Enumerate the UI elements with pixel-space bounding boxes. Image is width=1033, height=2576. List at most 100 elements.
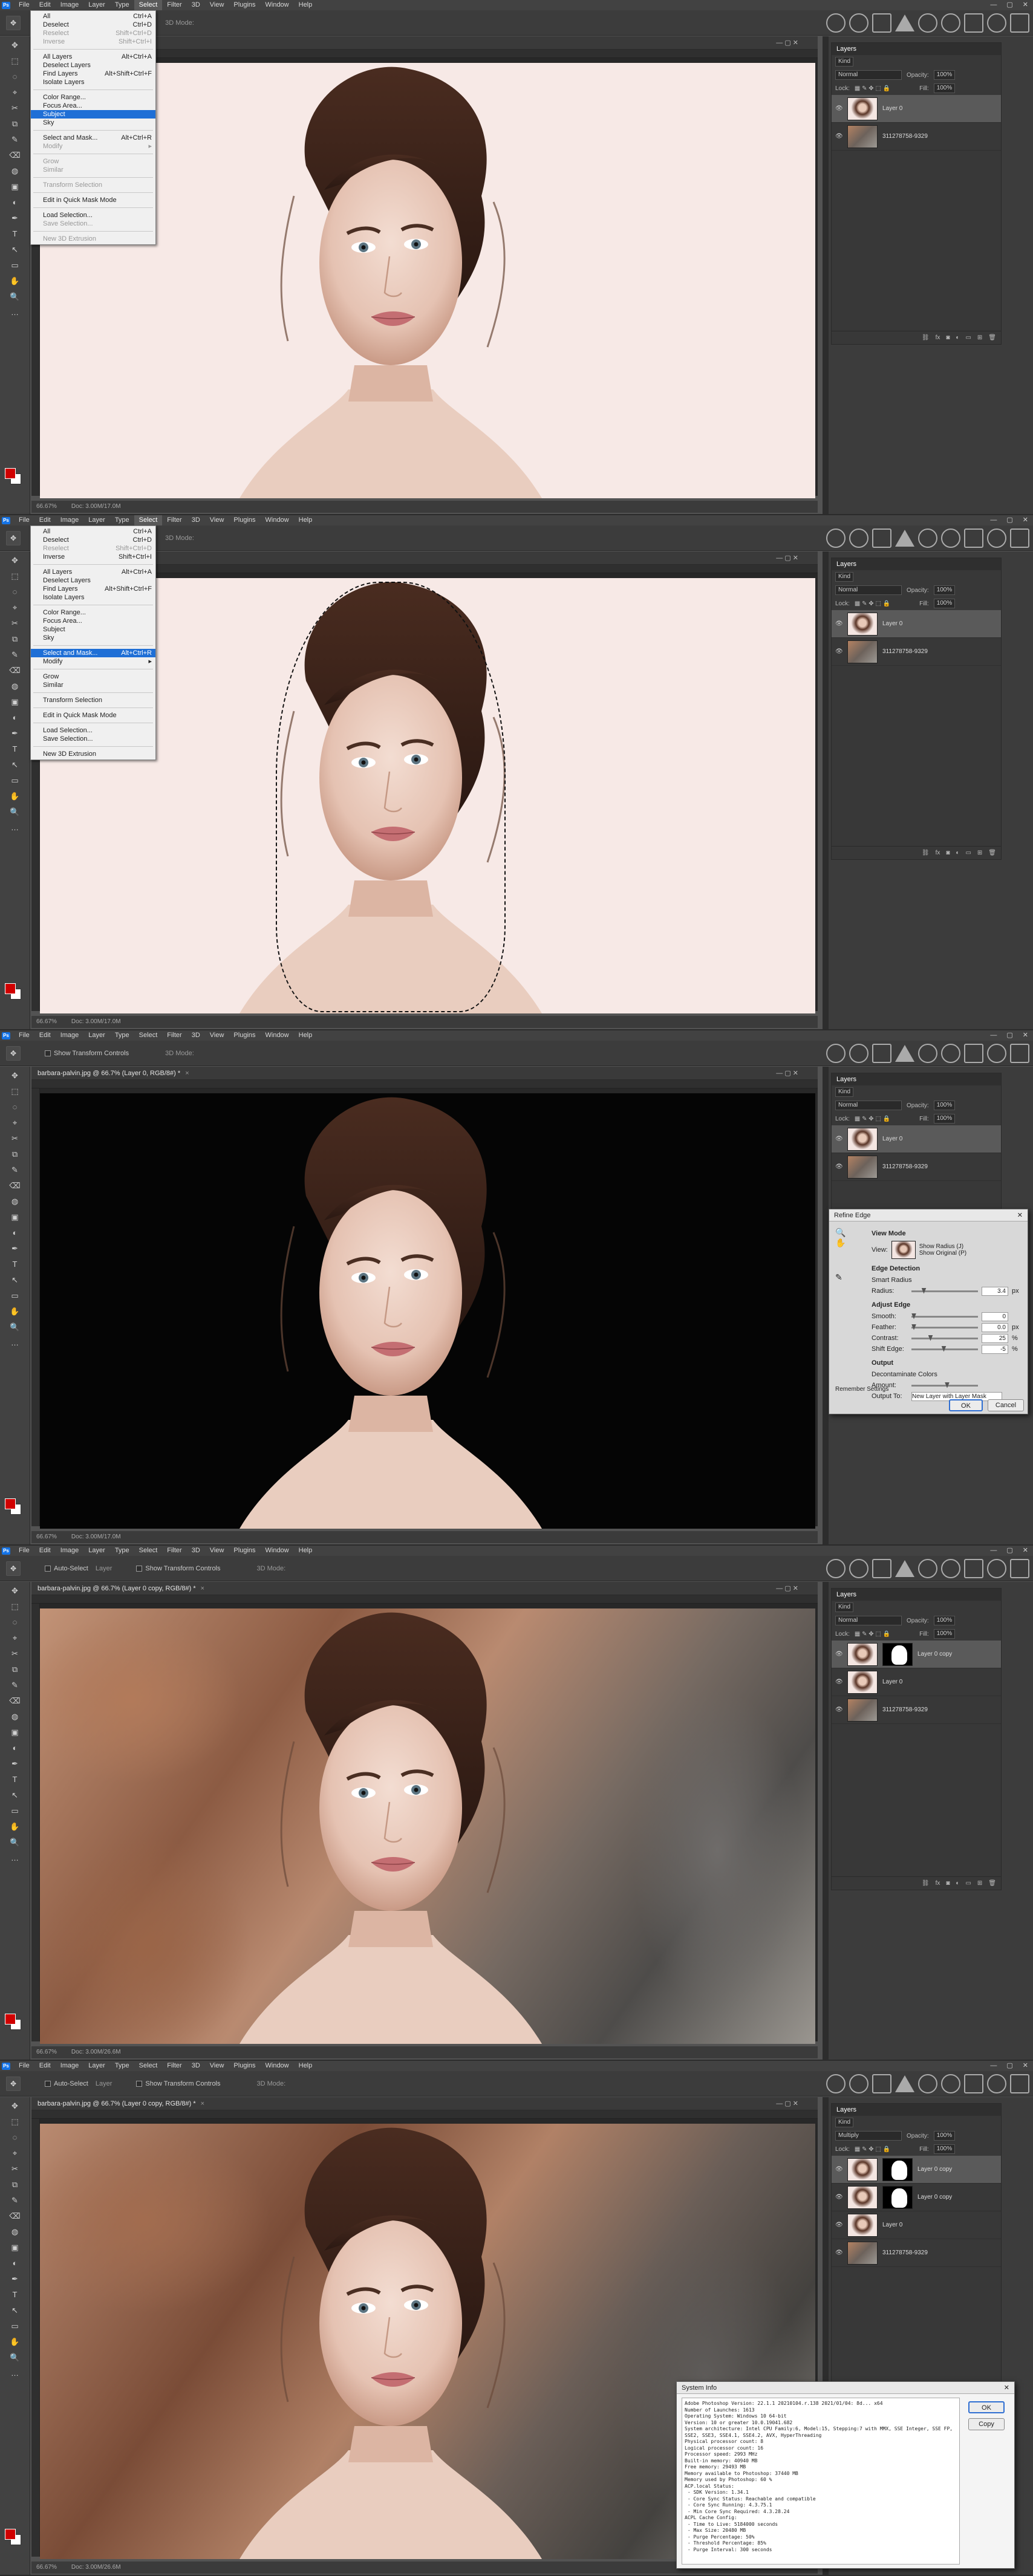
layer-name[interactable]: Layer 0 copy bbox=[917, 2194, 952, 2200]
maximize-icon[interactable]: ▢ bbox=[1006, 515, 1012, 525]
fx-icon[interactable]: fx bbox=[936, 1877, 940, 1890]
menu-image[interactable]: Image bbox=[56, 1546, 84, 1556]
foreground-color-swatch[interactable] bbox=[5, 1498, 16, 1509]
quick-select-tool-icon[interactable]: ⌖ bbox=[8, 2147, 22, 2160]
layer-row[interactable]: 👁 311278758-9329 bbox=[832, 1696, 1001, 1724]
menu-help[interactable]: Help bbox=[294, 2061, 318, 2071]
crop-tool-icon[interactable]: ✂ bbox=[8, 102, 22, 115]
maximize-icon[interactable]: ▢ bbox=[1006, 0, 1012, 10]
stamp-tool-icon[interactable]: ◍ bbox=[8, 1195, 22, 1208]
hand-tool-icon[interactable]: ✋ bbox=[8, 790, 22, 803]
dodge-tool-icon[interactable]: ◐ bbox=[8, 196, 22, 209]
kind-filter[interactable]: Kind bbox=[835, 2118, 854, 2127]
menu-filter[interactable]: Filter bbox=[162, 1546, 186, 1556]
lock-icons[interactable]: ▦ ✎ ✥ ⬚ 🔒 bbox=[855, 1631, 890, 1638]
opacity-value[interactable]: 100% bbox=[933, 1101, 956, 1110]
contrast-value[interactable]: 25 bbox=[982, 1333, 1008, 1343]
menu-3d[interactable]: 3D bbox=[187, 0, 205, 10]
layer-name[interactable]: 311278758-9329 bbox=[882, 1706, 928, 1713]
align-icon[interactable] bbox=[895, 530, 914, 547]
frame-tool-icon[interactable]: ⧉ bbox=[8, 1148, 22, 1161]
select-menu-item[interactable]: Deselect Ctrl+D bbox=[31, 536, 155, 544]
shift-edge-value[interactable]: -5 bbox=[982, 1344, 1008, 1354]
select-menu-item[interactable]: New 3D Extrusion bbox=[31, 750, 155, 758]
align-icon[interactable] bbox=[895, 1560, 914, 1577]
marquee-tool-icon[interactable]: ⬚ bbox=[8, 1600, 22, 1613]
align-icon[interactable] bbox=[895, 1045, 914, 1062]
crop-tool-icon[interactable]: ✂ bbox=[8, 1132, 22, 1145]
align-icon[interactable] bbox=[895, 15, 914, 31]
select-menu-item[interactable]: Find Layers Alt+Shift+Ctrl+F bbox=[31, 70, 155, 78]
menu-file[interactable]: File bbox=[14, 2061, 34, 2071]
cube-icon[interactable] bbox=[964, 13, 983, 33]
frame-tool-icon[interactable]: ⧉ bbox=[8, 633, 22, 646]
move-tool-icon[interactable]: ✥ bbox=[6, 15, 21, 30]
blend-mode-select[interactable]: Normal bbox=[835, 585, 902, 595]
move-tool-icon[interactable]: ✥ bbox=[8, 2100, 22, 2113]
opacity-value[interactable]: 100% bbox=[933, 70, 956, 80]
marquee-tool-icon[interactable]: ⬚ bbox=[8, 54, 22, 68]
decontaminate-checkbox[interactable]: Decontaminate Colors bbox=[872, 1371, 937, 1378]
menu-view[interactable]: View bbox=[205, 0, 229, 10]
auto-select-toggle[interactable]: Auto-Select bbox=[45, 2080, 88, 2087]
link-icon[interactable]: ⛓ bbox=[922, 1877, 930, 1890]
group-icon[interactable]: ▭ bbox=[965, 1877, 971, 1890]
orbit-icon[interactable] bbox=[826, 1559, 846, 1578]
pan-icon[interactable] bbox=[872, 13, 891, 33]
shape-tool-icon[interactable]: ▭ bbox=[8, 259, 22, 272]
zoom-level[interactable]: 66.67% bbox=[36, 1016, 57, 1028]
dodge-tool-icon[interactable]: ◐ bbox=[8, 711, 22, 724]
opacity-value[interactable]: 100% bbox=[933, 585, 956, 595]
sphere-icon[interactable] bbox=[941, 1044, 960, 1063]
zoom-tool-icon[interactable]: 🔍 bbox=[835, 1228, 859, 1238]
select-menu-item[interactable]: Sky bbox=[31, 119, 155, 127]
fill-value[interactable]: 100% bbox=[933, 2144, 956, 2154]
select-menu-item[interactable]: Grow bbox=[31, 672, 155, 681]
select-menu-item[interactable]: Focus Area... bbox=[31, 617, 155, 625]
frame-tool-icon[interactable]: ⧉ bbox=[8, 2178, 22, 2191]
mask-icon[interactable]: ◙ bbox=[946, 847, 950, 859]
menu-select[interactable]: Select bbox=[134, 515, 163, 525]
blend-mode-select[interactable]: Multiply bbox=[835, 2131, 902, 2141]
menu-plugins[interactable]: Plugins bbox=[229, 0, 260, 10]
brush-tool-icon[interactable]: ✎ bbox=[8, 1679, 22, 1692]
lock-icons[interactable]: ▦ ✎ ✥ ⬚ 🔒 bbox=[855, 2146, 890, 2153]
select-menu-item[interactable]: Sky bbox=[31, 634, 155, 642]
gradient-tool-icon[interactable]: ▣ bbox=[8, 1726, 22, 1739]
zoom-tool-icon[interactable]: 🔍 bbox=[8, 290, 22, 304]
frame-tool-icon[interactable]: ⧉ bbox=[8, 1663, 22, 1676]
trash-icon[interactable]: 🗑 bbox=[988, 1877, 996, 1890]
lock-icons[interactable]: ▦ ✎ ✥ ⬚ 🔒 bbox=[855, 1116, 890, 1122]
crop-tool-icon[interactable]: ✂ bbox=[8, 2162, 22, 2176]
crop-tool-icon[interactable]: ✂ bbox=[8, 1647, 22, 1660]
shape-tool-icon[interactable]: ▭ bbox=[8, 774, 22, 787]
select-menu-item[interactable]: Color Range... bbox=[31, 93, 155, 102]
select-menu-item[interactable]: Isolate Layers bbox=[31, 78, 155, 86]
type-tool-icon[interactable]: T bbox=[8, 2288, 22, 2301]
cube-icon[interactable] bbox=[964, 1044, 983, 1063]
refine-radius-tool-icon[interactable]: ✎ bbox=[835, 1272, 859, 1283]
menu-select[interactable]: Select bbox=[134, 1546, 163, 1556]
more-tool-icon[interactable]: … bbox=[8, 1852, 22, 1865]
shift-edge-slider-knob[interactable] bbox=[941, 1345, 947, 1352]
visibility-eye-icon[interactable]: 👁 bbox=[835, 133, 843, 140]
visibility-eye-icon[interactable]: 👁 bbox=[835, 620, 843, 627]
close-icon[interactable]: ✕ bbox=[1023, 0, 1028, 10]
layers-tab[interactable]: Layers bbox=[832, 43, 1001, 55]
layer-mask-thumbnail[interactable] bbox=[882, 2158, 913, 2181]
menu-type[interactable]: Type bbox=[110, 2061, 134, 2071]
layer-name[interactable]: Layer 0 bbox=[882, 2222, 902, 2228]
minimize-icon[interactable]: — bbox=[990, 2061, 997, 2071]
eraser-tool-icon[interactable]: ⌫ bbox=[8, 149, 22, 162]
show-transform-checkbox[interactable] bbox=[136, 2080, 143, 2087]
cylinder-icon[interactable] bbox=[987, 1559, 1006, 1578]
align-icon[interactable] bbox=[895, 2075, 914, 2092]
tab-close-icon[interactable]: × bbox=[185, 1070, 189, 1077]
link-icon[interactable]: ⛓ bbox=[922, 847, 930, 859]
visibility-eye-icon[interactable]: 👁 bbox=[835, 2166, 843, 2173]
layer-row[interactable]: 👁 311278758-9329 bbox=[832, 2239, 1001, 2267]
layer-row[interactable]: 👁 Layer 0 copy bbox=[832, 1641, 1001, 1668]
blend-mode-select[interactable]: Normal bbox=[835, 1101, 902, 1110]
menu-file[interactable]: File bbox=[14, 0, 34, 10]
path-select-tool-icon[interactable]: ↖ bbox=[8, 2304, 22, 2317]
